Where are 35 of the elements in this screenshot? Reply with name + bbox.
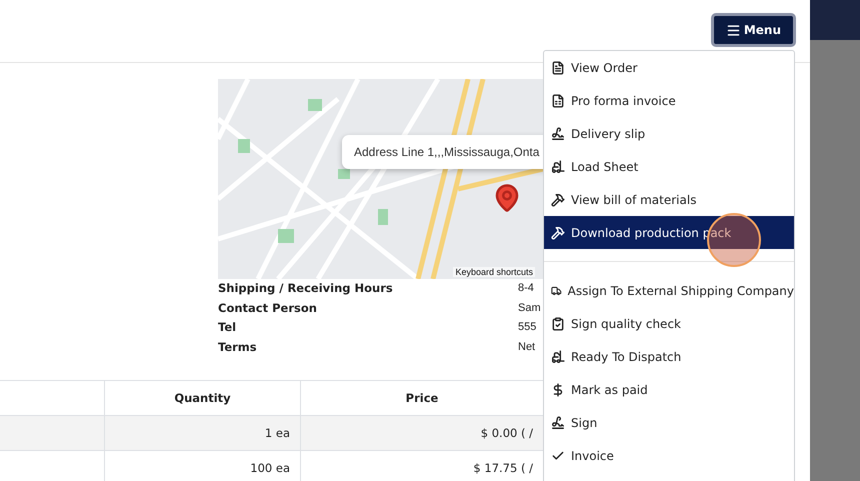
menu-item[interactable]: Mark as paid: [544, 373, 794, 406]
detail-value: Net: [518, 340, 536, 354]
detail-label: Tel: [218, 319, 238, 336]
menu-item[interactable]: Load Sheet: [544, 150, 794, 183]
menu-item[interactable]: View bill of materials: [544, 183, 794, 216]
hammer-icon: [551, 192, 565, 206]
menu-button[interactable]: Menu: [710, 13, 796, 47]
map-tooltip: Address Line 1,,,Mississauga,Onta: [342, 135, 543, 169]
document-icon: [551, 94, 565, 108]
menu-item[interactable]: Sign quality check: [544, 307, 794, 340]
forklift-icon: [551, 160, 565, 174]
detail-value: Sam: [518, 300, 541, 316]
map-attribution[interactable]: Keyboard shortcuts: [453, 267, 535, 277]
detail-value: 8-4: [518, 281, 534, 296]
detail-label: Terms: [218, 338, 258, 356]
forklift-icon: [551, 350, 565, 364]
clipboard-check-icon: [551, 316, 565, 330]
menu-item[interactable]: Invoice: [544, 439, 794, 472]
detail-label: Contact Person: [218, 300, 318, 316]
detail-value: 555: [518, 320, 536, 335]
menu-item[interactable]: Assign To External Shipping Company: [544, 274, 794, 307]
menu-item[interactable]: Delivery slip: [544, 117, 794, 150]
table-cell: $ 0.00 ( /: [300, 416, 543, 451]
menu-item[interactable]: Ready To Dispatch: [544, 340, 794, 373]
menu-icon: [726, 22, 741, 38]
hammer-icon: [551, 226, 565, 240]
detail-label: Shipping / Receiving Hours: [218, 280, 394, 297]
file-icon: [551, 60, 565, 74]
dollar-icon: [551, 382, 565, 396]
menu-item[interactable]: Pro forma invoice: [544, 84, 794, 117]
table-cell: 1 ea: [104, 416, 300, 451]
menu-item[interactable]: Sign: [544, 406, 794, 439]
menu-item[interactable]: View Order: [544, 51, 794, 84]
signature-icon: [551, 416, 565, 430]
signature-icon: [551, 126, 565, 140]
